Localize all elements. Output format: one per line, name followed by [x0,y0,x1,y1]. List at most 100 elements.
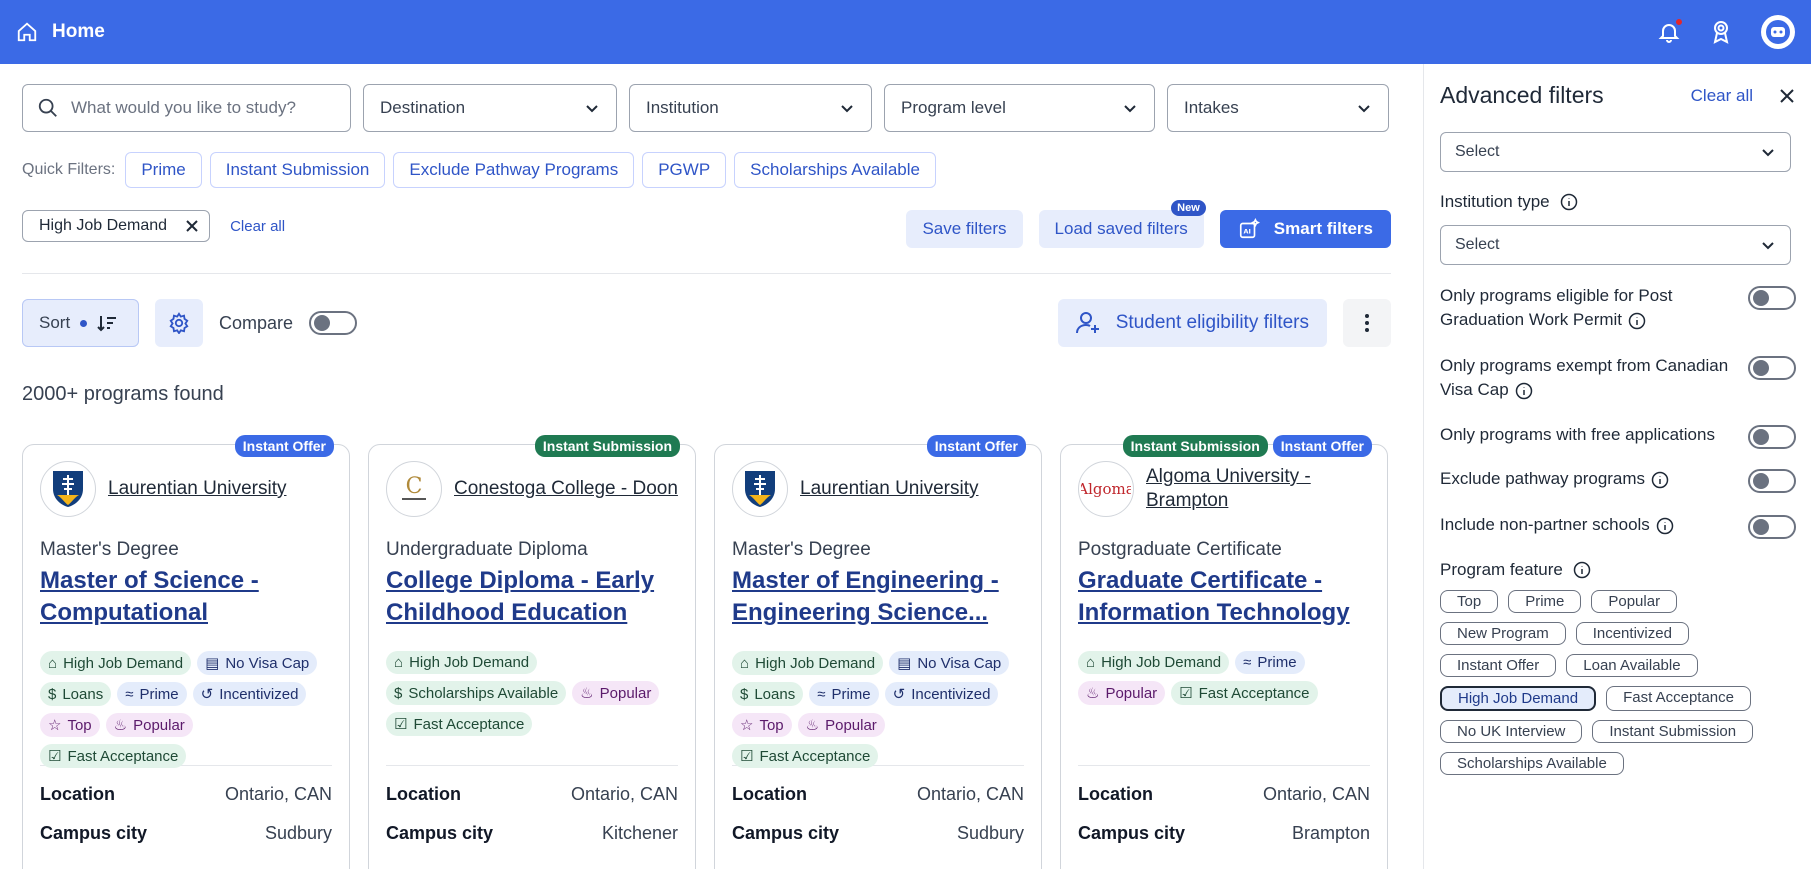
settings-button[interactable] [155,299,203,347]
search-input[interactable]: What would you like to study? [22,84,351,132]
tag-label: Prime [831,685,871,703]
intakes-select[interactable]: Intakes [1167,84,1389,132]
smart-filters-button[interactable]: AI Smart filters [1219,210,1391,248]
institution-logo [732,461,788,517]
notifications-button[interactable] [1657,17,1684,44]
feature-chip-loan-available[interactable]: Loan Available [1566,654,1698,677]
tag-incentivized: ↺ Incentivized [884,682,999,706]
program-name[interactable]: Graduate Certificate - Information Techn… [1078,565,1370,629]
info-icon[interactable] [1515,382,1533,400]
quick-filter-prime[interactable]: Prime [125,152,202,188]
home-link[interactable]: Home [16,21,105,43]
feature-chip-new-program[interactable]: New Program [1440,622,1566,645]
info-icon[interactable] [1573,561,1591,579]
institution-type-select[interactable]: Select [1440,225,1791,265]
advanced-filters-panel: Advanced filters Clear all Select Instit… [1423,64,1811,869]
svg-text:AI: AI [1243,228,1250,236]
sort-row: Sort Compare [22,299,358,347]
sidebar-clear-all[interactable]: Clear all [1691,86,1753,106]
chevron-down-icon [1124,105,1136,113]
tag-label: Popular [825,716,877,734]
prime-icon: ≈ [1243,654,1252,671]
institution-name[interactable]: Laurentian University [108,477,286,501]
program-card[interactable]: Instant Submission Instant Offer Algoma … [1060,435,1388,869]
chevron-down-icon [841,105,853,113]
quick-filter-instant-submission[interactable]: Instant Submission [209,152,386,188]
student-eligibility-label: Student eligibility filters [1115,312,1309,333]
program-name[interactable]: Master of Science - Computational Scienc… [40,565,332,629]
info-icon[interactable] [1560,193,1578,211]
results-count: 2000+ programs found [22,383,224,405]
info-icon[interactable] [1656,517,1674,535]
feature-chip-instant-offer[interactable]: Instant Offer [1440,654,1557,677]
feature-chip-popular[interactable]: Popular [1591,590,1678,613]
load-saved-filters-button[interactable]: Load saved filters New [1038,200,1206,248]
sort-button[interactable]: Sort [22,299,139,347]
program-tags: ⌂ High Job Demand ≈ Prime ♨ Popular ☑ Fast A… [1078,651,1370,763]
location-value: Ontario, CAN [224,784,332,804]
prime-icon: ≈ [817,685,826,703]
tag-loans: $ Loans [40,682,112,706]
tag-no-visa-cap: ▤ No Visa Cap [889,651,1010,675]
institution-name[interactable]: Laurentian University [800,477,978,501]
feature-chip-high-job-demand[interactable]: High Job Demand [1440,686,1597,711]
algoma-logo: Algoma [1081,480,1131,498]
pgwp-toggle[interactable] [1748,286,1796,310]
location-row: Location Ontario, CAN [1078,784,1370,805]
applied-filter-label: High Job Demand [39,217,168,234]
close-icon[interactable] [185,219,199,233]
program-card[interactable]: Instant Offer Laurentian University Mast… [22,435,350,869]
close-icon[interactable] [1779,88,1795,104]
feature-chip-instant-submission[interactable]: Instant Submission [1592,720,1754,743]
flame-icon: ♨ [580,685,594,702]
quick-filter-scholarships[interactable]: Scholarships Available [734,152,936,188]
feature-chip-incentivized[interactable]: Incentivized [1575,622,1689,645]
visa-cap-toggle[interactable] [1748,356,1796,380]
student-eligibility-button[interactable]: Student eligibility filters [1057,299,1327,347]
check-doc-icon: ☑ [1179,685,1193,702]
tag-label: Fast Acceptance [759,747,871,765]
institution-name[interactable]: Conestoga College - Doon [454,477,678,501]
feature-chip-prime[interactable]: Prime [1508,590,1582,613]
save-filters-button[interactable]: Save filters [906,210,1023,248]
smart-filters-label: Smart filters [1273,219,1373,238]
info-icon[interactable] [1628,312,1646,330]
feature-chip-no-uk-interview[interactable]: No UK Interview [1440,720,1583,743]
more-options-button[interactable] [1343,299,1391,347]
exclude-pathway-toggle[interactable] [1748,469,1796,493]
program-card[interactable]: Instant Offer Laurentian University Mast… [714,435,1042,869]
quick-filter-exclude-pathway[interactable]: Exclude Pathway Programs [393,152,635,188]
compare-toggle[interactable] [309,311,358,335]
institution-header: C Conestoga College - Doon [386,461,678,517]
tag-high-job-demand: ⌂ High Job Demand [1078,651,1230,674]
free-applications-toggle[interactable] [1748,425,1796,449]
tag-label: Fast Acceptance [67,747,179,765]
program-level-select[interactable]: Program level [884,84,1155,132]
more-vertical-icon [1365,314,1369,332]
rewards-button[interactable] [1709,19,1733,45]
briefcase-icon: ⌂ [394,654,404,671]
feature-chip-scholarships-available[interactable]: Scholarships Available [1440,752,1624,775]
program-name[interactable]: Master of Engineering - Engineering Scie… [732,565,1024,629]
filter-select-1[interactable]: Select [1440,132,1791,172]
laurentian-shield-logo [53,471,83,507]
clear-all-link[interactable]: Clear all [230,218,285,235]
campus-label: Campus city [40,823,148,843]
search-placeholder: What would you like to study? [71,98,296,117]
institution-select[interactable]: Institution [629,84,872,132]
program-card[interactable]: Instant Submission C Conestoga College -… [368,435,696,869]
non-partner-toggle[interactable] [1748,515,1796,539]
institution-name[interactable]: Algoma University - Brampton [1146,465,1370,513]
feature-chip-top[interactable]: Top [1440,590,1499,613]
advanced-filters-header: Advanced filters Clear all [1440,82,1795,109]
avatar[interactable] [1761,15,1795,49]
save-filters-label: Save filters [922,219,1007,238]
info-icon[interactable] [1651,471,1669,489]
program-name[interactable]: College Diploma - Early Childhood Educat… [386,565,678,629]
program-feature-label: Program feature [1440,560,1591,580]
tag-label: Incentivized [911,685,991,703]
select-value: Select [1455,143,1500,160]
quick-filter-pgwp[interactable]: PGWP [642,152,727,188]
destination-select[interactable]: Destination [363,84,617,132]
feature-chip-fast-acceptance[interactable]: Fast Acceptance [1606,686,1751,711]
